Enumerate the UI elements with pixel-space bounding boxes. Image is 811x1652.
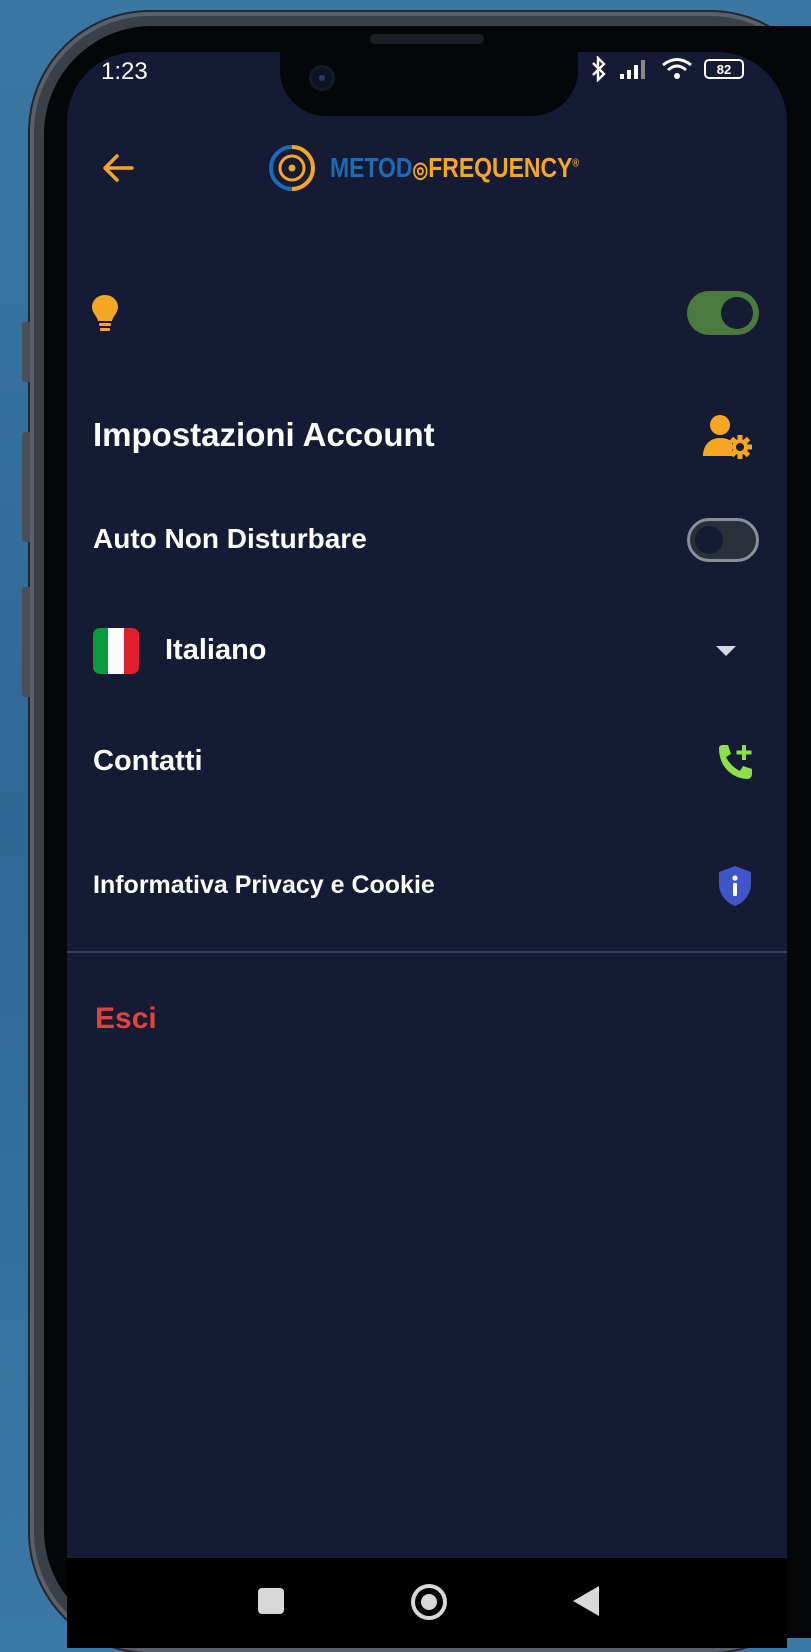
toggle-knob [695, 526, 723, 554]
app-logo: METOD◎FREQUENCY® [268, 144, 634, 192]
logo-text-metod: METOD [330, 152, 413, 183]
status-icons: 82 [590, 56, 744, 82]
account-settings-button[interactable] [703, 414, 753, 465]
recents-button[interactable] [258, 1588, 284, 1614]
privacy-button[interactable] [717, 864, 753, 913]
user-gear-icon [703, 415, 752, 459]
privacy-label[interactable]: Informativa Privacy e Cookie [93, 871, 435, 900]
registered-mark: ® [572, 157, 580, 170]
logo-text-frequency: FREQUENCY [428, 152, 573, 183]
phone-plus-icon [719, 745, 752, 779]
logo-mark-icon [269, 145, 315, 191]
logout-button[interactable]: Esci [95, 1002, 157, 1036]
battery-indicator: 82 [704, 59, 744, 79]
phone-side-button [22, 432, 30, 542]
section-divider [67, 951, 787, 953]
theme-toggle[interactable] [687, 291, 759, 335]
language-label[interactable]: Italiano [165, 634, 267, 667]
lightbulb-icon [92, 295, 118, 331]
arrow-left-icon [103, 154, 134, 182]
bluetooth-icon [592, 56, 606, 82]
home-button[interactable] [411, 1584, 447, 1620]
contacts-button[interactable] [715, 742, 755, 787]
status-time: 1:23 [101, 58, 148, 85]
front-camera [309, 65, 335, 91]
auto-dnd-label: Auto Non Disturbare [93, 523, 367, 554]
italy-flag-icon [93, 628, 139, 674]
shield-info-icon [719, 866, 751, 906]
theme-row [90, 293, 120, 338]
speaker-grille [370, 34, 484, 44]
logo-text: METOD◎FREQUENCY® [330, 152, 579, 184]
logo-o-icon: ◎ [412, 157, 429, 182]
nav-back-button[interactable] [573, 1586, 599, 1616]
auto-dnd-toggle[interactable] [687, 518, 759, 562]
phone-side-button [22, 587, 30, 697]
back-button[interactable] [98, 148, 138, 188]
caret-down-icon[interactable] [716, 646, 736, 656]
toggle-knob [721, 297, 753, 329]
contacts-label[interactable]: Contatti [93, 745, 203, 778]
signal-icon [620, 60, 645, 79]
account-settings-label[interactable]: Impostazioni Account [93, 416, 435, 454]
phone-side-button [22, 322, 30, 382]
wifi-icon [662, 58, 692, 79]
app-screen [67, 52, 787, 1558]
